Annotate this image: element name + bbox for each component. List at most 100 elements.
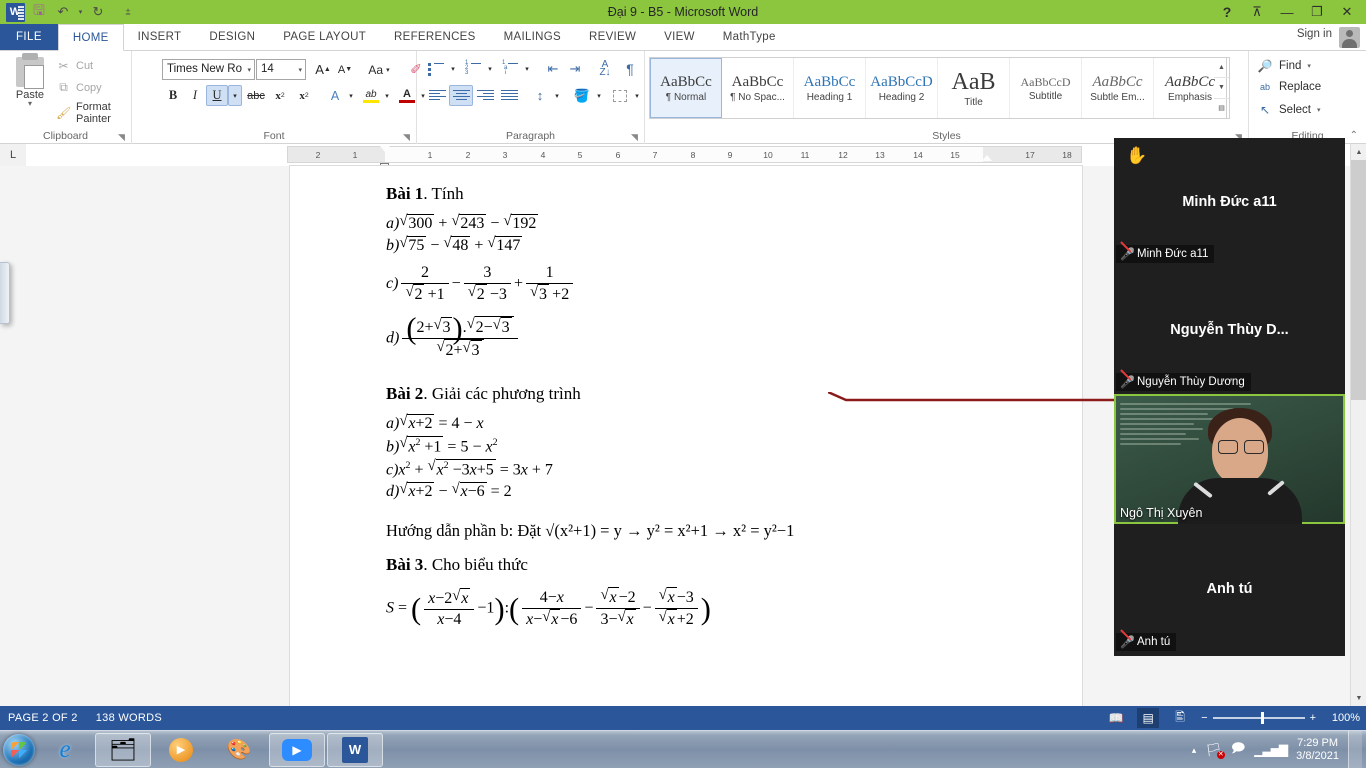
participant-tile-minh-duc[interactable]: ✋ Minh Đức a11 🎤 Minh Đức a11	[1114, 138, 1345, 266]
participant-tile-nguyen-thuy-duong[interactable]: Nguyễn Thùy D... 🎤 Nguyễn Thùy Dương	[1114, 266, 1345, 394]
font-dialog-launcher-icon[interactable]: ◥	[403, 132, 412, 142]
multilevel-caret-icon[interactable]: ▾	[521, 59, 533, 79]
scroll-down-arrow-icon[interactable]: ▼	[1351, 690, 1366, 706]
show-formatting-marks-button[interactable]: ¶	[620, 59, 640, 79]
right-indent-marker[interactable]	[982, 155, 992, 161]
paragraph-dialog-launcher-icon[interactable]: ◥	[631, 132, 640, 142]
zoom-thumb[interactable]	[1260, 712, 1264, 724]
subscript-button[interactable]: x2	[268, 85, 292, 106]
customize-qat-caret-icon[interactable]: ⩲	[117, 2, 139, 22]
zoom-in-button[interactable]: +	[1310, 712, 1316, 724]
style-heading-2[interactable]: AaBbCcD Heading 2	[866, 58, 938, 118]
sort-button[interactable]: A Z↓	[594, 59, 616, 79]
grow-font-button[interactable]: A ▲	[312, 59, 334, 80]
change-case-button[interactable]: Aa ▾	[362, 59, 396, 80]
first-line-indent-marker[interactable]	[380, 146, 391, 170]
word-logo-icon[interactable]: W	[4, 2, 26, 22]
tab-page-layout[interactable]: PAGE LAYOUT	[269, 24, 380, 50]
bullets-button[interactable]	[425, 59, 447, 79]
clipboard-dialog-launcher-icon[interactable]: ◥	[118, 132, 127, 142]
borders-button[interactable]	[609, 85, 631, 106]
horizontal-ruler[interactable]: 2 1 1 2 3 4 5 6 7 8 9 10 11 12 13 14 15 …	[287, 146, 1082, 170]
styles-more-button[interactable]: ▤	[1214, 99, 1229, 118]
line-spacing-button[interactable]: ↕	[529, 85, 551, 106]
strikethrough-button[interactable]: abc	[244, 85, 268, 106]
zoom-slider[interactable]: − +	[1201, 712, 1316, 724]
increase-indent-button[interactable]: ⇥	[564, 59, 586, 79]
align-right-button[interactable]	[473, 85, 497, 106]
bold-button[interactable]: B	[162, 85, 184, 106]
redo-icon[interactable]: ↻	[87, 2, 109, 22]
numbering-button[interactable]: 123	[462, 59, 484, 79]
participant-tile-anh-tu[interactable]: Anh tú 🎤 Anh tú	[1114, 524, 1345, 654]
zoom-level-label[interactable]: 100%	[1326, 712, 1360, 724]
font-size-caret-icon[interactable]: ▾	[298, 66, 302, 74]
ribbon-display-options-button[interactable]: ⊼	[1242, 1, 1272, 23]
italic-button[interactable]: I	[184, 85, 206, 106]
tab-mailings[interactable]: MAILINGS	[490, 24, 575, 50]
navigation-pane-handle[interactable]	[0, 262, 10, 324]
styles-scroll-down-button[interactable]: ▼	[1214, 78, 1229, 99]
shrink-font-button[interactable]: A ▼	[334, 59, 356, 80]
start-button[interactable]	[3, 733, 35, 766]
web-layout-view-button[interactable]: 🖺	[1169, 708, 1191, 728]
taskbar-media-player[interactable]: ▶	[153, 733, 209, 767]
text-effects-caret-icon[interactable]: ▾	[345, 85, 357, 106]
find-caret-icon[interactable]: ▾	[1307, 62, 1311, 70]
tab-review[interactable]: REVIEW	[575, 24, 650, 50]
select-caret-icon[interactable]: ▾	[1317, 106, 1321, 114]
borders-caret-icon[interactable]: ▾	[631, 85, 643, 106]
sign-in-link[interactable]: Sign in	[1297, 28, 1332, 40]
undo-dropdown-caret-icon[interactable]: ▾	[76, 2, 85, 22]
taskbar-word[interactable]: W	[327, 732, 383, 767]
tab-selector-button[interactable]: L	[0, 144, 26, 166]
document-page[interactable]: Bài 1. Tính a)300 + 243 − 192 b)75 − 48 …	[290, 166, 1082, 706]
text-highlight-caret-icon[interactable]: ▾	[381, 85, 393, 106]
help-button[interactable]: ?	[1212, 1, 1242, 23]
collapse-ribbon-icon[interactable]: ⌃	[1350, 130, 1358, 141]
superscript-button[interactable]: x2	[292, 85, 316, 106]
font-name-input[interactable]: Times New Ro ▾	[162, 59, 255, 80]
tab-home[interactable]: HOME	[57, 24, 124, 51]
action-center-icon[interactable]: 🗩	[1231, 739, 1245, 761]
restore-button[interactable]: ❐	[1302, 1, 1332, 23]
shading-button[interactable]: 🪣	[571, 85, 593, 106]
taskbar-internet-explorer[interactable]: e	[37, 733, 93, 767]
avatar[interactable]	[1339, 27, 1360, 48]
network-icon[interactable]: 🏳 ✕	[1205, 742, 1225, 759]
style-title[interactable]: AaB Title	[938, 58, 1010, 118]
undo-icon[interactable]: ↶	[52, 2, 74, 22]
paste-dropdown-caret-icon[interactable]: ▾	[8, 100, 52, 108]
participant-tile-ngo-thi-xuyen[interactable]: Ngô Thị Xuyên	[1114, 394, 1345, 530]
style-heading-1[interactable]: AaBbCc Heading 1	[794, 58, 866, 118]
multilevel-list-button[interactable]: 1ai	[499, 59, 521, 79]
tab-insert[interactable]: INSERT	[124, 24, 196, 50]
zoom-out-button[interactable]: −	[1201, 712, 1207, 724]
style-subtle-emphasis[interactable]: AaBbCc Subtle Em...	[1082, 58, 1154, 118]
format-painter-button[interactable]: 🖌 Format Painter	[56, 101, 131, 125]
style-no-spacing[interactable]: AaBbCc ¶ No Spac...	[722, 58, 794, 118]
font-size-input[interactable]: 14 ▾	[256, 59, 306, 80]
scroll-up-arrow-icon[interactable]: ▲	[1351, 144, 1366, 160]
taskbar-paint[interactable]: 🎨	[211, 733, 267, 767]
text-effects-button[interactable]: A	[324, 85, 346, 106]
find-button[interactable]: 🔎 Find ▾	[1257, 59, 1311, 73]
vertical-scrollbar[interactable]: ▲ ▼	[1350, 144, 1366, 706]
taskbar-zoom[interactable]: ▶	[269, 732, 325, 767]
save-icon[interactable]: 🖫	[28, 2, 50, 22]
print-layout-view-button[interactable]: ▤	[1137, 708, 1160, 728]
close-button[interactable]: ✕	[1332, 1, 1362, 23]
tab-design[interactable]: DESIGN	[195, 24, 269, 50]
cut-button[interactable]: ✂ Cut	[56, 59, 93, 73]
tab-mathtype[interactable]: MathType	[709, 24, 790, 50]
shading-caret-icon[interactable]: ▾	[593, 85, 605, 106]
word-count[interactable]: 138 WORDS	[96, 712, 162, 724]
line-spacing-caret-icon[interactable]: ▾	[551, 85, 563, 106]
decrease-indent-button[interactable]: ⇤	[542, 59, 564, 79]
document-body[interactable]: Bài 1. Tính a)300 + 243 − 192 b)75 − 48 …	[386, 176, 1026, 634]
select-button[interactable]: ↖ Select ▾	[1257, 103, 1321, 117]
tab-view[interactable]: VIEW	[650, 24, 709, 50]
styles-scroll-up-button[interactable]: ▲	[1214, 58, 1229, 79]
underline-button[interactable]: U	[206, 85, 228, 106]
read-mode-view-button[interactable]: 📖	[1105, 708, 1127, 728]
